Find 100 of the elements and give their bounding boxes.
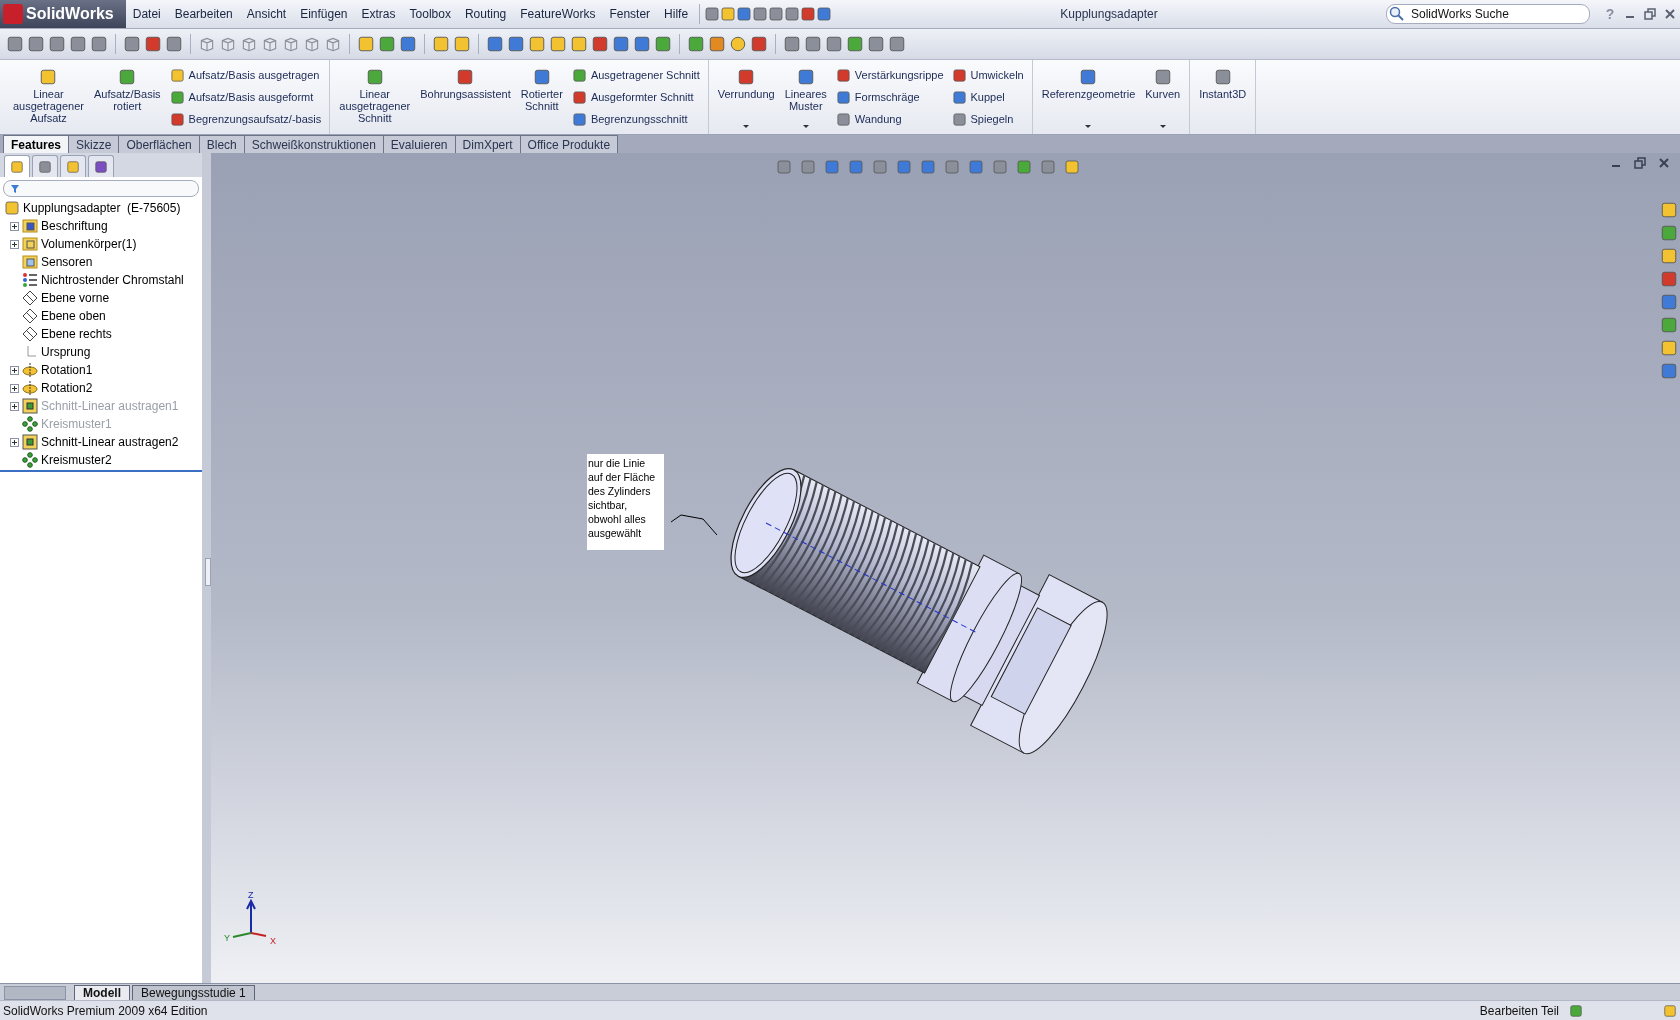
toolbar-icon bbox=[888, 35, 906, 53]
search-field[interactable]: SolidWorks Suche bbox=[1409, 6, 1563, 22]
expand-icon[interactable] bbox=[10, 365, 19, 375]
ribbon-button[interactable]: Aufsatz/Basis rotiert bbox=[90, 62, 164, 132]
menu-item[interactable]: Hilfe bbox=[657, 7, 696, 21]
toolbar-icon bbox=[357, 35, 375, 53]
toolbar-icon bbox=[804, 35, 822, 53]
filter-icon bbox=[10, 183, 20, 194]
menu-item[interactable]: Fenster bbox=[602, 7, 658, 21]
command-tab[interactable]: DimXpert bbox=[454, 135, 521, 153]
panel-tab[interactable] bbox=[88, 155, 114, 177]
menu-item[interactable]: FeatureWorks bbox=[513, 7, 603, 21]
ribbon-button[interactable]: Lineares Muster bbox=[781, 62, 830, 132]
material-icon bbox=[22, 272, 38, 288]
ribbon-button[interactable]: Ausgeformter Schnitt bbox=[569, 89, 702, 105]
toolbar-icon bbox=[144, 35, 162, 53]
feature-icon bbox=[737, 68, 756, 86]
task-pane-icon bbox=[1660, 224, 1678, 242]
toolbar-icon bbox=[282, 35, 300, 53]
ribbon-button[interactable]: Umwickeln bbox=[949, 67, 1026, 83]
toolbar-icon bbox=[528, 35, 546, 53]
panel-tab[interactable] bbox=[32, 155, 58, 177]
circular-pattern-icon bbox=[22, 452, 38, 468]
tree-item[interactable]: Rotation2 bbox=[41, 381, 93, 395]
model-tab[interactable]: Modell bbox=[74, 985, 130, 1000]
search-icon[interactable] bbox=[1389, 6, 1405, 22]
expand-icon[interactable] bbox=[10, 401, 19, 411]
view-tool-icon bbox=[872, 159, 888, 175]
tree-item[interactable]: Volumenkörper(1) bbox=[41, 237, 137, 251]
feature-icon bbox=[169, 111, 185, 127]
task-pane-icon bbox=[1660, 293, 1678, 311]
tree-item[interactable]: Ebene oben bbox=[41, 309, 106, 323]
toolbar-icon bbox=[240, 35, 258, 53]
tree-item[interactable]: Rotation1 bbox=[41, 363, 93, 377]
tree-item[interactable]: Ursprung bbox=[41, 345, 91, 359]
revolve-icon bbox=[22, 362, 38, 378]
tree-item[interactable]: Ebene vorne bbox=[41, 291, 110, 305]
ribbon-button[interactable]: Begrenzungsaufsatz/-basis bbox=[167, 111, 324, 127]
menu-item[interactable]: Einfügen bbox=[293, 7, 355, 21]
ribbon-button[interactable]: Ausgetragener Schnitt bbox=[569, 67, 702, 83]
command-tab[interactable]: Features bbox=[3, 135, 70, 153]
ribbon-button[interactable]: Spiegeln bbox=[949, 111, 1026, 127]
model-tab[interactable]: Bewegungsstudie 1 bbox=[132, 985, 255, 1000]
menu-item[interactable]: Extras bbox=[354, 7, 403, 21]
toolbar-icon bbox=[867, 35, 885, 53]
ribbon-button[interactable]: Linear ausgetragener Aufsatz bbox=[10, 62, 87, 132]
feature-icon bbox=[951, 111, 967, 127]
tree-item[interactable]: Schnitt-Linear austragen2 bbox=[41, 435, 179, 449]
search-box[interactable]: SolidWorks Suche bbox=[1386, 4, 1590, 24]
menu-item[interactable]: Datei bbox=[125, 7, 168, 21]
restore-icon[interactable] bbox=[1644, 8, 1656, 20]
splitter-handle[interactable] bbox=[205, 558, 211, 586]
ribbon-button[interactable]: Aufsatz/Basis ausgetragen bbox=[167, 67, 324, 83]
ribbon-button[interactable]: Referenzgeometrie bbox=[1038, 62, 1139, 132]
expand-icon[interactable] bbox=[10, 437, 19, 447]
tree-item[interactable]: Kreismuster2 bbox=[41, 453, 112, 467]
tree-item[interactable]: Ebene rechts bbox=[41, 327, 112, 341]
toolbar-icon bbox=[549, 35, 567, 53]
ribbon-button[interactable]: Wandung bbox=[833, 111, 946, 127]
ribbon-button[interactable]: Aufsatz/Basis ausgeformt bbox=[167, 89, 324, 105]
command-tab[interactable]: Blech bbox=[198, 135, 245, 153]
view-tool-icon bbox=[920, 159, 936, 175]
ribbon-button[interactable]: Rotierter Schnitt bbox=[517, 62, 566, 132]
command-tab[interactable]: Office Produkte bbox=[519, 135, 619, 153]
restore-icon[interactable] bbox=[1634, 157, 1646, 169]
menu-item[interactable]: Toolbox bbox=[402, 7, 458, 21]
ribbon-button[interactable]: Linear ausgetragener Schnitt bbox=[336, 62, 414, 132]
menu-item[interactable]: Bearbeiten bbox=[167, 7, 240, 21]
ribbon-button[interactable]: Bohrungsassistent bbox=[417, 62, 514, 132]
toolbar-icon bbox=[800, 6, 817, 22]
panel-tab[interactable] bbox=[4, 155, 30, 177]
tree-root[interactable]: Kupplungsadapter (E-75605) bbox=[23, 201, 181, 215]
cut-extrude-icon bbox=[22, 434, 38, 450]
task-pane-icon bbox=[1660, 201, 1678, 219]
expand-icon[interactable] bbox=[10, 239, 19, 249]
ribbon-button[interactable]: Kurven bbox=[1142, 62, 1184, 132]
ribbon-button[interactable]: Kuppel bbox=[949, 89, 1026, 105]
command-tab[interactable]: Evaluieren bbox=[382, 135, 456, 153]
menu-item[interactable]: Routing bbox=[457, 7, 514, 21]
command-tab[interactable]: Oberflächen bbox=[118, 135, 200, 153]
command-tab[interactable]: Skizze bbox=[68, 135, 120, 153]
tree-item[interactable]: Nichtrostender Chromstahl bbox=[41, 273, 184, 287]
ribbon-button[interactable]: Verrundung bbox=[714, 62, 778, 132]
axis-label: Y bbox=[224, 933, 230, 943]
ribbon-button[interactable]: Formschräge bbox=[833, 89, 946, 105]
ribbon-button[interactable]: Instant3D bbox=[1196, 62, 1250, 132]
tree-item[interactable]: Beschriftung bbox=[41, 219, 108, 233]
expand-icon[interactable] bbox=[10, 221, 19, 231]
tree-item[interactable]: Sensoren bbox=[41, 255, 93, 269]
ribbon-button[interactable]: Verstärkungsrippe bbox=[833, 67, 946, 83]
ribbon-button[interactable]: Begrenzungsschnitt bbox=[569, 111, 702, 127]
menu-item[interactable]: Ansicht bbox=[239, 7, 294, 21]
filter-field[interactable] bbox=[3, 180, 199, 197]
view-tool-icon bbox=[944, 159, 960, 175]
close-icon[interactable] bbox=[1664, 8, 1676, 20]
feature-icon bbox=[169, 67, 185, 83]
command-tab[interactable]: Schweißkonstruktionen bbox=[243, 135, 384, 153]
expand-icon[interactable] bbox=[10, 383, 19, 393]
app-logo: SolidWorks bbox=[0, 0, 126, 28]
close-icon[interactable] bbox=[1658, 157, 1670, 169]
